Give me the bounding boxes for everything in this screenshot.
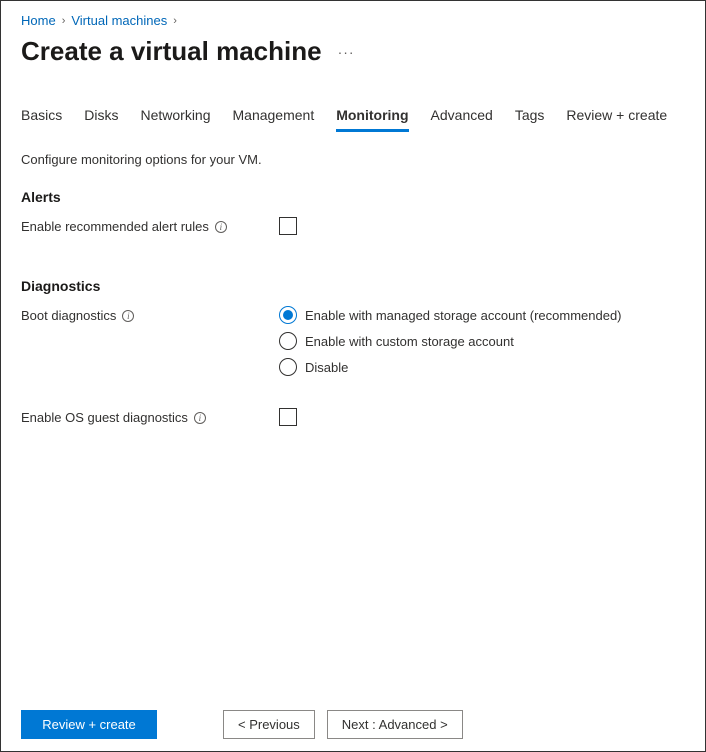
radio-boot-custom[interactable]: Enable with custom storage account [279,332,685,350]
checkbox-enable-recommended-alerts[interactable] [279,217,297,235]
tab-advanced[interactable]: Advanced [431,103,493,132]
info-icon[interactable]: i [194,412,206,424]
info-icon[interactable]: i [122,310,134,322]
radio-label: Disable [305,360,348,375]
more-actions-icon[interactable]: ··· [338,44,355,60]
tab-review-create[interactable]: Review + create [566,103,667,132]
chevron-right-icon: › [62,15,66,27]
radio-boot-managed[interactable]: Enable with managed storage account (rec… [279,306,685,324]
radio-group-boot-diagnostics: Enable with managed storage account (rec… [279,306,685,376]
label-boot-diagnostics: Boot diagnostics [21,308,116,323]
breadcrumb: Home › Virtual machines › [21,9,685,36]
chevron-right-icon: › [173,15,177,27]
radio-label: Enable with custom storage account [305,334,514,349]
wizard-footer: Review + create < Previous Next : Advanc… [1,698,705,751]
radio-icon [279,358,297,376]
radio-icon [279,306,297,324]
label-os-guest-diagnostics: Enable OS guest diagnostics [21,410,188,425]
breadcrumb-home[interactable]: Home [21,13,56,28]
tab-networking[interactable]: Networking [140,103,210,132]
tab-description: Configure monitoring options for your VM… [21,152,685,167]
section-heading-diagnostics: Diagnostics [21,278,685,294]
radio-icon [279,332,297,350]
tab-monitoring[interactable]: Monitoring [336,103,408,132]
radio-boot-disable[interactable]: Disable [279,358,685,376]
checkbox-os-guest-diagnostics[interactable] [279,408,297,426]
page-title: Create a virtual machine [21,36,322,67]
label-enable-recommended-alerts: Enable recommended alert rules [21,219,209,234]
review-create-button[interactable]: Review + create [21,710,157,739]
tab-management[interactable]: Management [233,103,315,132]
info-icon[interactable]: i [215,221,227,233]
previous-button[interactable]: < Previous [223,710,315,739]
breadcrumb-virtual-machines[interactable]: Virtual machines [71,13,167,28]
section-heading-alerts: Alerts [21,189,685,205]
tab-disks[interactable]: Disks [84,103,118,132]
tab-basics[interactable]: Basics [21,103,62,132]
radio-label: Enable with managed storage account (rec… [305,308,622,323]
tab-tags[interactable]: Tags [515,103,545,132]
next-button[interactable]: Next : Advanced > [327,710,463,739]
tabs: Basics Disks Networking Management Monit… [21,103,685,132]
